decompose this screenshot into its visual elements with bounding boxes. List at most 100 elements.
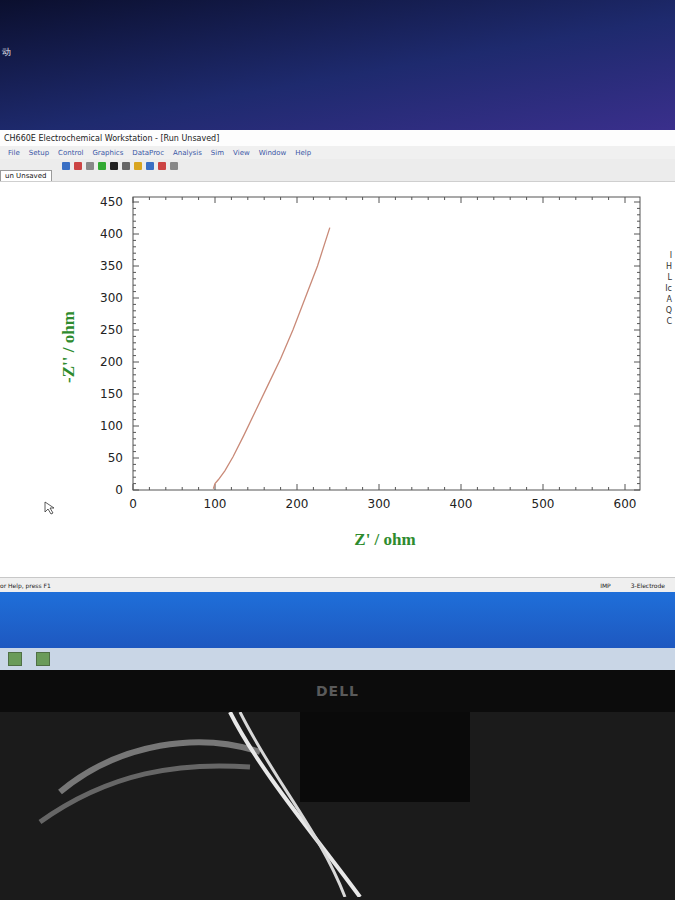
x-tick [329,197,330,490]
side-label: Q [666,307,672,315]
y-tick [133,272,640,273]
y-tick [133,304,640,305]
menu-item[interactable]: View [233,149,250,157]
y-tick [133,253,640,254]
y-tick [133,477,640,478]
y-tick [133,470,640,471]
x-tick-label: 400 [450,497,473,511]
y-tick [133,464,640,465]
x-tick [461,197,462,490]
y-tick-label: 250 [100,323,123,337]
monitor-brand: DELL [316,683,359,699]
x-tick [559,197,560,490]
x-tick-label: 200 [286,497,309,511]
y-tick [133,368,640,369]
title-bar: CH660E Electrochemical Workstation - [Ru… [0,130,675,146]
y-tick [133,214,640,215]
y-tick [133,490,640,491]
y-tick [133,330,640,331]
tool-icon[interactable] [110,162,118,170]
y-tick [133,342,640,343]
desktop-background [0,592,675,648]
side-panel: IHLIcAQC [650,182,675,577]
menu-item[interactable]: Sim [211,149,224,157]
y-tick [133,240,640,241]
x-tick [428,197,429,490]
x-tick [149,197,150,490]
menu-item[interactable]: DataProc [132,149,164,157]
y-tick [133,406,640,407]
tool-icon[interactable] [74,162,82,170]
x-tick [264,197,265,490]
tool-icon[interactable] [62,162,70,170]
x-tick [165,197,166,490]
y-tick-label: 100 [100,419,123,433]
y-tick [133,298,640,299]
menu-item[interactable]: Graphics [92,149,123,157]
side-label: A [667,296,672,304]
y-tick [133,336,640,337]
nyquist-chart: 0100200300400500600050100150200250300350… [0,182,650,577]
desk [0,712,675,900]
y-tick [133,310,640,311]
y-tick [133,451,640,452]
x-tick [313,197,314,490]
chart-area: 0100200300400500600050100150200250300350… [0,182,675,577]
side-label: I [670,252,672,260]
menu-item[interactable]: Control [58,149,83,157]
status-mode: IMP [590,582,621,589]
y-tick-label: 200 [100,355,123,369]
x-tick [575,197,576,490]
tool-icon[interactable] [122,162,130,170]
y-tick [133,323,640,324]
y-tick [133,458,640,459]
x-axis-title: Z' / ohm [354,530,415,549]
y-tick-label: 350 [100,259,123,273]
x-tick [444,197,445,490]
tool-icon[interactable] [146,162,154,170]
y-tick [133,362,640,363]
y-tick [133,202,640,203]
menu-item[interactable]: File [8,149,20,157]
x-tick [215,197,216,490]
menu-item[interactable]: Window [259,149,287,157]
y-tick [133,266,640,267]
y-tick [133,400,640,401]
tool-icon[interactable] [134,162,142,170]
x-tick [362,197,363,490]
y-tick-label: 450 [100,195,123,209]
y-tick [133,291,640,292]
mouse-cursor-icon [45,502,54,514]
x-tick-label: 600 [614,497,637,511]
menu-bar: File Setup Control Graphics DataProc Analysis… [0,146,675,159]
y-tick [133,246,640,247]
tool-icon[interactable] [86,162,94,170]
photo-root: 动 CH660E Electrochemical Workstation - [R… [0,0,675,900]
y-tick [133,317,640,318]
x-tick-label: 300 [368,497,391,511]
y-tick [133,227,640,228]
menu-item[interactable]: Analysis [173,149,202,157]
y-tick [133,432,640,433]
tool-icon[interactable] [170,162,178,170]
x-tick [625,197,626,490]
y-tick [133,355,640,356]
tool-icon[interactable] [158,162,166,170]
y-tick [133,445,640,446]
x-tick [379,197,380,490]
x-tick [247,197,248,490]
taskbar [0,648,675,670]
menu-item[interactable]: Help [295,149,311,157]
x-tick [395,197,396,490]
x-tick-label: 0 [129,497,137,511]
document-tab[interactable]: un Unsaved [0,170,52,181]
tool-icon[interactable] [98,162,106,170]
desktop-label[interactable]: 动 [2,47,11,57]
app-icon[interactable] [8,652,22,666]
menu-item[interactable]: Setup [29,149,49,157]
app-icon[interactable] [36,652,50,666]
y-tick [133,259,640,260]
y-tick-label: 50 [108,451,123,465]
y-tick [133,349,640,350]
y-tick [133,374,640,375]
